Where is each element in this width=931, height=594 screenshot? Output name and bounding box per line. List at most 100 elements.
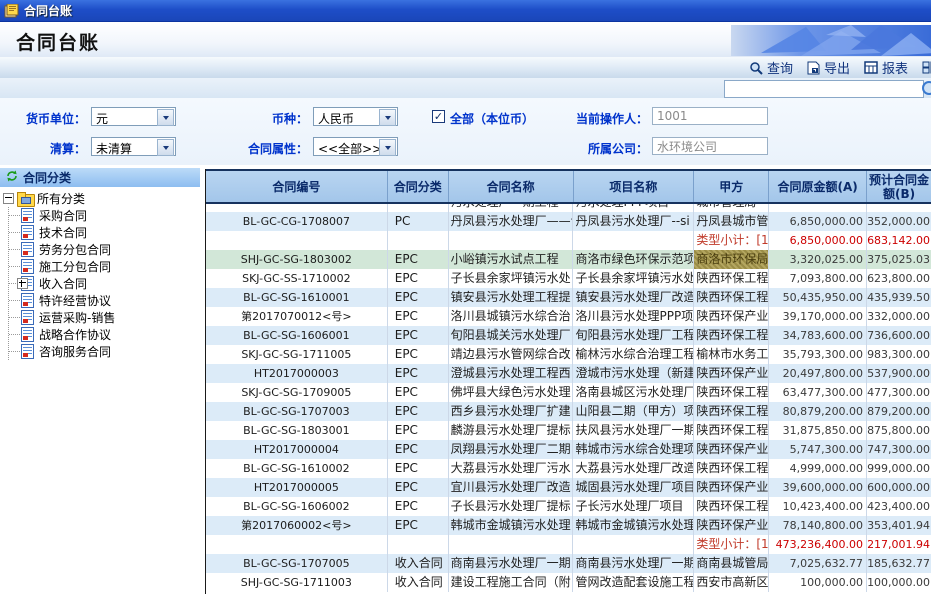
- cell-party-a: 类型小计：[1行]: [694, 231, 769, 250]
- tree-item-category[interactable]: 咨询服务合同: [9, 343, 200, 360]
- chevron-down-icon[interactable]: [379, 139, 396, 156]
- table-row[interactable]: BL-GC-CG-1708007 PC 丹凤县污水处理厂——设 丹凤县污水处理厂…: [206, 212, 931, 231]
- operator-input[interactable]: [652, 107, 768, 125]
- table-row[interactable]: BL-GC-SG-1707003 EPC 西乡县污水处理厂扩建 山阳县二期（甲方…: [206, 402, 931, 421]
- cell-amount-a: 50,435,950.00: [769, 288, 867, 307]
- col-header-amount-a[interactable]: 合同原金额(A): [769, 171, 867, 202]
- currency-value: 人民币: [318, 110, 379, 127]
- tree-item-label: 咨询服务合同: [39, 343, 111, 360]
- cell-amount-a: 39,170,000.00: [769, 307, 867, 326]
- tree-item-category[interactable]: 技术合同: [9, 224, 200, 241]
- tree-item-category[interactable]: 劳务分包合同: [9, 241, 200, 258]
- tree-item-category[interactable]: 施工分包合同: [9, 258, 200, 275]
- tree-item-category[interactable]: 战略合作协议: [9, 326, 200, 343]
- col-header-contract-name[interactable]: 合同名称: [449, 171, 574, 202]
- cell-project-name: 韩城市污水综合处理项: [573, 440, 694, 459]
- tree-item-category[interactable]: 采购合同: [9, 207, 200, 224]
- table-row[interactable]: 类型小计：[1行] 6,850,000.00 683,142.00: [206, 231, 931, 250]
- contract-doc-icon: [21, 327, 34, 342]
- contract-doc-icon: [21, 259, 34, 274]
- cell-contract-type: [388, 231, 449, 250]
- query-button-label: 查询: [767, 58, 793, 77]
- settle-value: 未清算: [96, 140, 157, 157]
- cell-project-name: 丹凤县污水处理厂--si: [573, 212, 694, 231]
- cell-party-a: 陕西环保产业: [694, 516, 769, 535]
- cell-contract-no: HT2017000003: [206, 364, 388, 383]
- table-row[interactable]: SKJ-GC-SG-1711005 EPC 靖边县污水管网综合改 榆林污水综合治…: [206, 345, 931, 364]
- tree-item-category[interactable]: 运营采购-销售: [9, 309, 200, 326]
- cell-contract-name: 西乡县污水处理厂扩建: [449, 402, 574, 421]
- tree-item-category[interactable]: 特许经营协议: [9, 292, 200, 309]
- currency-select[interactable]: 人民币: [313, 107, 398, 126]
- refresh-icon[interactable]: [6, 170, 18, 185]
- quick-search-go-icon[interactable]: [922, 81, 931, 95]
- table-row[interactable]: BL-GC-SG-1606002 EPC 子长县污水处理厂提标 子长污水处理厂项…: [206, 497, 931, 516]
- tree-root-all-categories[interactable]: 所有分类: [0, 190, 200, 207]
- col-header-project-name[interactable]: 项目名称: [574, 171, 695, 202]
- chevron-down-icon[interactable]: [157, 109, 174, 126]
- cell-amount-a: 10,423,400.00: [769, 497, 867, 516]
- cell-amount-b: 375,025.03: [867, 250, 931, 269]
- export-button[interactable]: 导出: [800, 57, 857, 78]
- cell-contract-no: BL-GC-SG-1803001: [206, 421, 388, 440]
- query-button[interactable]: 查询: [742, 57, 800, 78]
- col-header-contract-no[interactable]: 合同编号: [206, 171, 388, 202]
- currency-unit-select[interactable]: 元: [91, 107, 176, 126]
- cell-amount-a: 473,236,400.00: [769, 535, 867, 554]
- currency-unit-label: 货币单位：: [4, 110, 86, 127]
- tree-item-category[interactable]: 收入合同: [9, 275, 200, 292]
- col-header-amount-b[interactable]: 预计合同金额(B): [867, 171, 931, 202]
- cell-amount-a: 39,600,000.00: [769, 478, 867, 497]
- cell-contract-type: EPC: [388, 250, 449, 269]
- currency-unit-value: 元: [96, 110, 157, 127]
- table-row[interactable]: HT2017000003 EPC 澄城县污水处理工程西 澄城市污水处理（新建 陕…: [206, 364, 931, 383]
- table-row[interactable]: 类型小计：[15行] 473,236,400.00 217,001.94: [206, 535, 931, 554]
- all-base-currency-checkbox[interactable]: ✓: [432, 110, 445, 123]
- sidebar-header[interactable]: 合同分类: [0, 168, 200, 187]
- table-row[interactable]: SHJ-GC-SG-1711003 收入合同 建设工程施工合同（附 管网改造配套…: [206, 573, 931, 592]
- cell-contract-type: 收入合同: [388, 554, 449, 573]
- table-row[interactable]: 第2017070012<号> EPC 洛川县城镇污水综合治 洛川县污水处理PPP…: [206, 307, 931, 326]
- col-header-party-a[interactable]: 甲方: [694, 171, 769, 202]
- expand-icon[interactable]: [17, 278, 28, 289]
- settle-label: 清算：: [4, 140, 86, 157]
- table-row[interactable]: BL-GC-SG-1610001 EPC 镇安县污水处理工程提 镇安县污水处理厂…: [206, 288, 931, 307]
- company-label: 所属公司：: [548, 140, 648, 157]
- table-row[interactable]: BL-GC-SG-1606001 EPC 旬阳县城关污水处理厂 旬阳县污水处理厂…: [206, 326, 931, 345]
- report-button[interactable]: 报表: [857, 57, 915, 78]
- cell-contract-no: SKJ-GC-SS-1710002: [206, 269, 388, 288]
- cell-contract-type: EPC: [388, 478, 449, 497]
- cell-contract-type: EPC: [388, 307, 449, 326]
- collapse-icon[interactable]: [3, 193, 14, 204]
- settle-select[interactable]: 未清算: [91, 137, 176, 156]
- cell-amount-a: 78,140,800.00: [769, 516, 867, 535]
- table-row[interactable]: HT2017000004 EPC 凤翔县污水处理厂二期 韩城市污水综合处理项 陕…: [206, 440, 931, 459]
- cell-contract-name: 洛川县城镇污水综合治: [449, 307, 574, 326]
- table-row[interactable]: SKJ-GC-SS-1710002 EPC 子长县余家坪镇污水处 子长县余家坪镇…: [206, 269, 931, 288]
- contract-attr-select[interactable]: <<全部>>: [313, 137, 398, 156]
- company-input[interactable]: [652, 137, 768, 155]
- table-row[interactable]: BL-GC-SG-1803001 EPC 麟游县污水处理厂提标 扶风县污水处理厂…: [206, 421, 931, 440]
- table-row[interactable]: BL-GC-SG-1707005 收入合同 商南县污水处理厂一期 商南县污水处理…: [206, 554, 931, 573]
- cell-project-name: 商洛市绿色环保示范项: [573, 250, 694, 269]
- quick-search-input[interactable]: [724, 80, 924, 98]
- table-row[interactable]: SHJ-GC-SG-1803002 EPC 小峪镇污水试点工程 商洛市绿色环保示…: [206, 250, 931, 269]
- table-row[interactable]: HT2017000005 EPC 宜川县污水处理厂改造 城固县污水处理厂项目 陕…: [206, 478, 931, 497]
- more-tool-button[interactable]: [915, 57, 931, 78]
- col-header-contract-type[interactable]: 合同分类: [388, 171, 449, 202]
- header-banner-graphic: [731, 25, 931, 56]
- table-header-row: 合同编号 合同分类 合同名称 项目名称 甲方 合同原金额(A) 预计合同金额(B…: [206, 169, 931, 204]
- cell-amount-a: [769, 204, 867, 212]
- cell-contract-type: EPC: [388, 383, 449, 402]
- chevron-down-icon[interactable]: [157, 139, 174, 156]
- tree-root-label: 所有分类: [37, 190, 85, 207]
- table-row[interactable]: BL-GC-SG-1610002 EPC 大荔县污水处理厂污水 大荔县污水处理厂…: [206, 459, 931, 478]
- table-row[interactable]: SKJ-GC-SG-1709005 EPC 佛坪县大绿色污水处理 洛南县城区污水…: [206, 383, 931, 402]
- cell-amount-b: 999,000.00: [867, 459, 931, 478]
- cell-amount-a: 5,747,300.00: [769, 440, 867, 459]
- table-row[interactable]: 第2017060002<号> EPC 韩城市金城镇污水处理 韩城市金城镇污水处理…: [206, 516, 931, 535]
- cell-amount-a: 4,999,000.00: [769, 459, 867, 478]
- chevron-down-icon[interactable]: [379, 109, 396, 126]
- cell-project-name: 澄城市污水处理（新建: [573, 364, 694, 383]
- cell-party-a: 陕西环保产业: [694, 364, 769, 383]
